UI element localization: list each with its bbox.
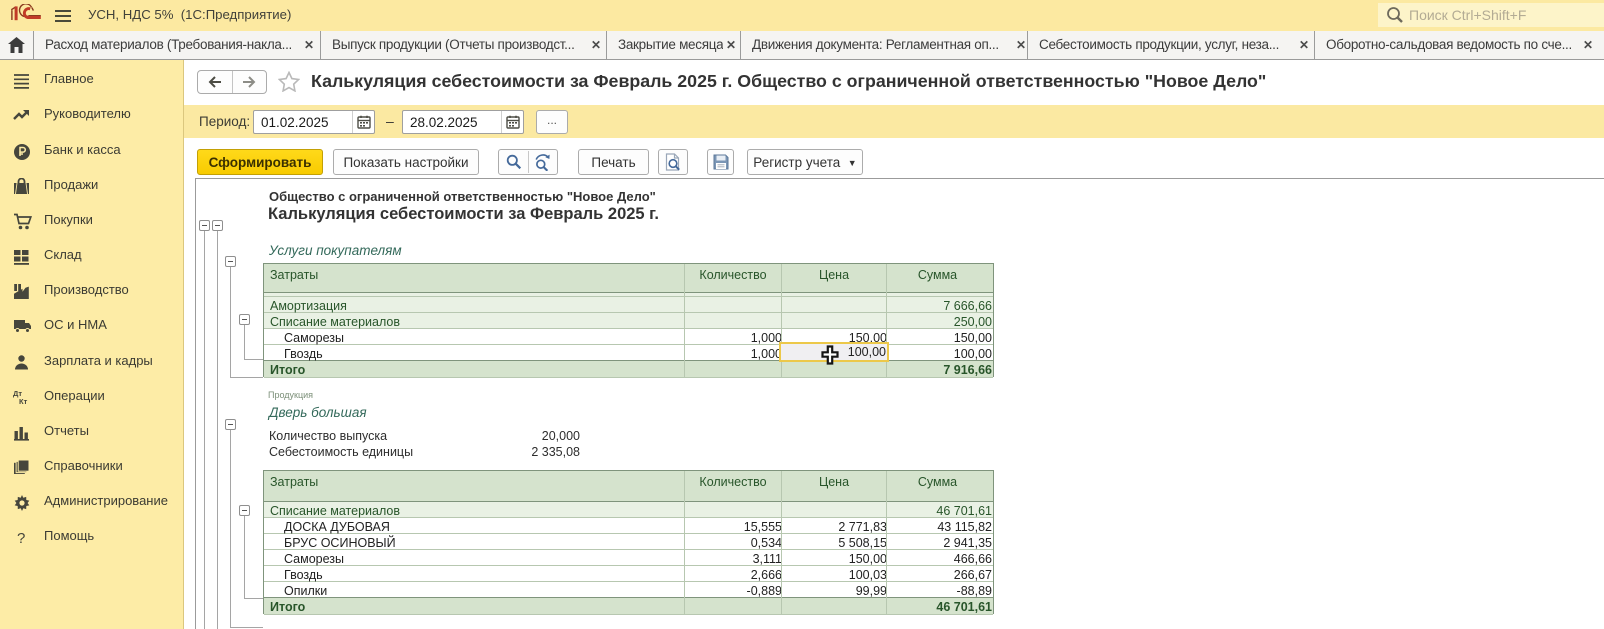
- svg-text:Кт: Кт: [19, 397, 28, 406]
- svg-text:?: ?: [17, 530, 25, 546]
